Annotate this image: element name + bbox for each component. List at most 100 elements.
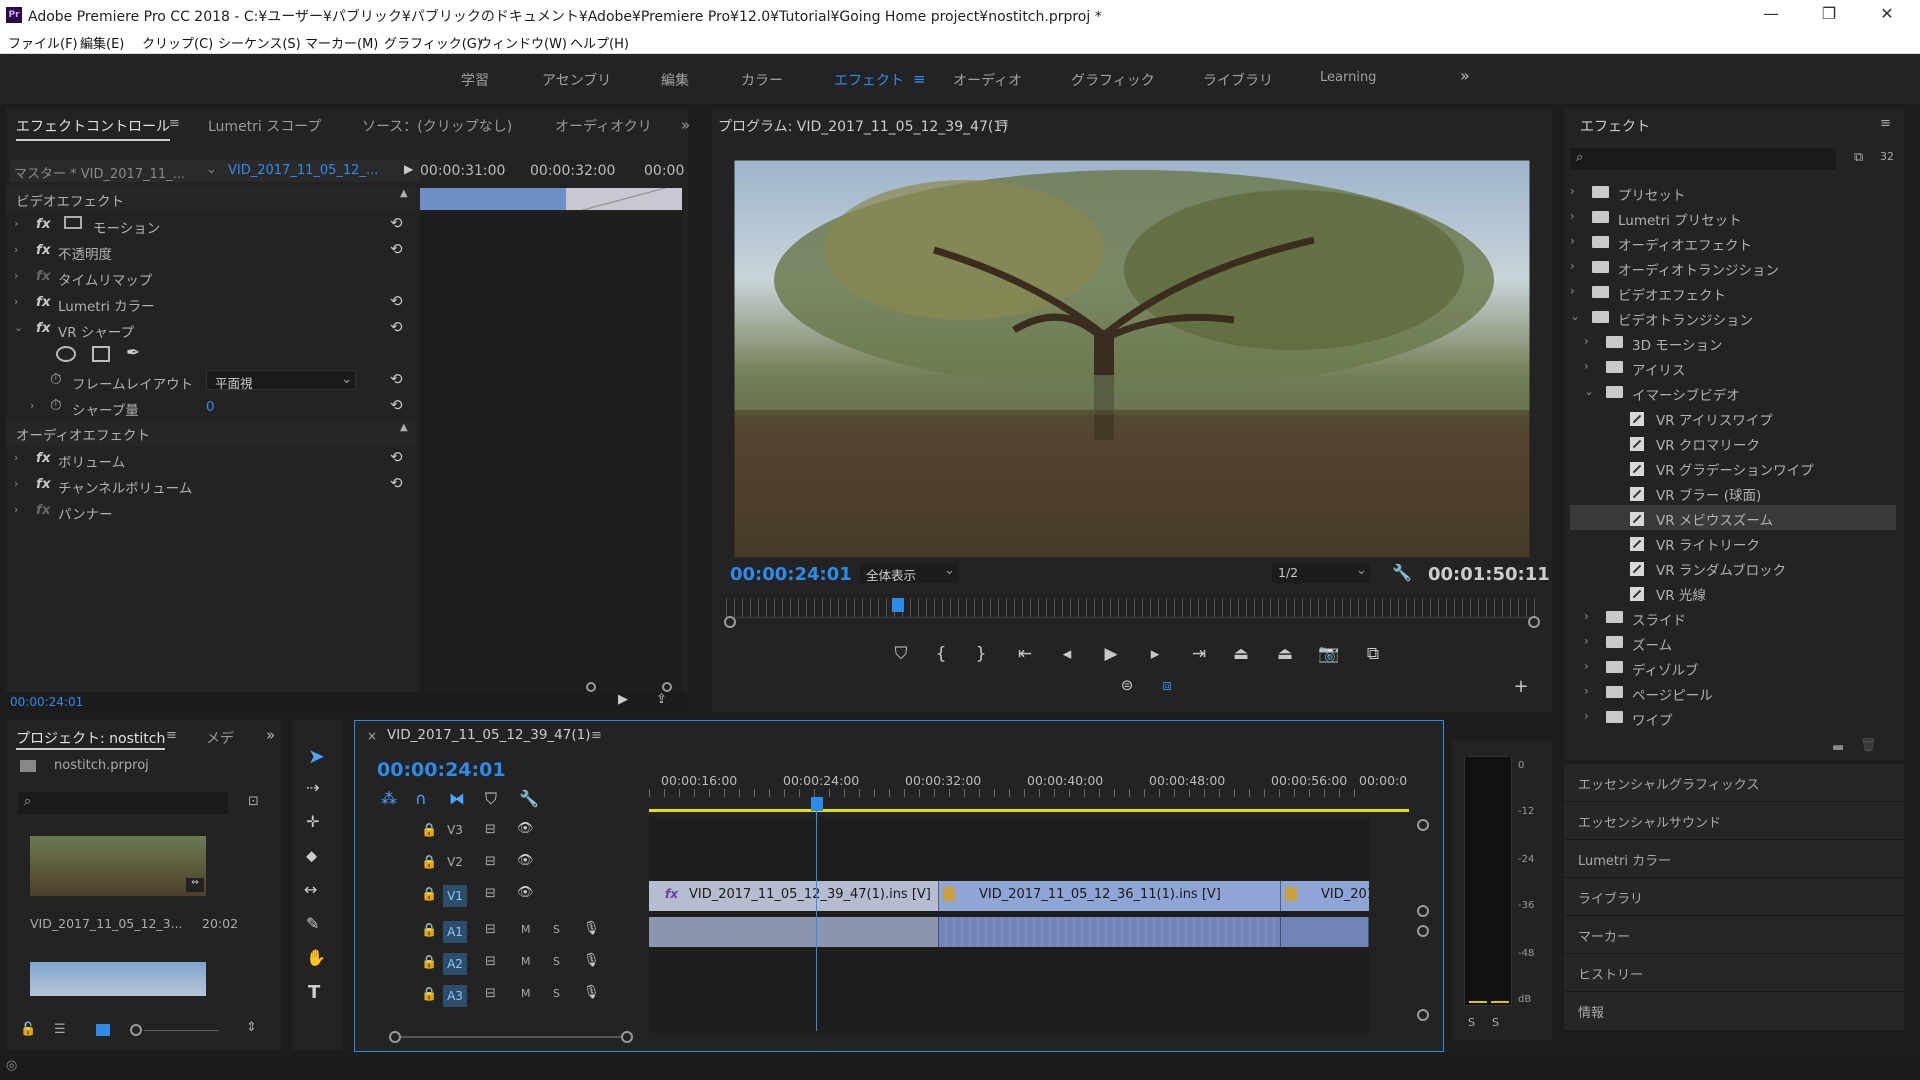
expand-arrow-icon[interactable]: › — [1570, 259, 1575, 273]
panel-history[interactable]: ヒストリー — [1564, 954, 1904, 992]
more-tabs-icon[interactable]: » — [266, 726, 275, 744]
expand-arrow-icon[interactable]: › — [14, 477, 18, 490]
mark-out-icon[interactable]: } — [966, 644, 996, 664]
effect-row-volume[interactable]: › fx ボリューム ⟲ — [6, 446, 416, 472]
expand-arrow-icon[interactable]: › — [1584, 634, 1589, 648]
effect-row-motion[interactable]: › fx モーション ⟲ — [6, 212, 416, 238]
timeline-timecode[interactable]: 00:00:24:01 — [377, 759, 506, 781]
panel-menu-icon[interactable]: ≡ — [998, 116, 1009, 131]
expand-arrow-icon[interactable]: › — [1584, 709, 1589, 723]
zoom-level-select[interactable]: 全体表示 ⌄ — [860, 563, 958, 583]
menu-edit[interactable]: 編集(E) — [80, 33, 124, 52]
reset-icon[interactable]: ⟲ — [390, 448, 403, 466]
vr-video-icon[interactable]: ⊜ — [1112, 676, 1142, 694]
filter-play-icon[interactable]: ▶ — [618, 692, 628, 707]
clip-name-link[interactable]: VID_2017_11_05_12_... — [228, 163, 378, 178]
panel-essential-graphics[interactable]: エッセンシャルグラフィックス — [1564, 764, 1904, 802]
expand-arrow-icon[interactable]: › — [1584, 334, 1589, 348]
tab-lumetri-scopes[interactable]: Lumetri スコープ — [208, 116, 321, 136]
expand-arrow-icon[interactable]: › — [1570, 209, 1575, 223]
mute-button[interactable]: M — [521, 987, 531, 1000]
lock-icon[interactable]: 🔒 — [421, 923, 437, 938]
play-icon[interactable]: ▶ — [1096, 644, 1126, 664]
mute-button[interactable]: M — [521, 955, 531, 968]
track-target-button[interactable]: A2 — [443, 953, 467, 975]
workspace-assembly[interactable]: アセンブリ — [542, 70, 611, 90]
workspace-learn[interactable]: 学習 — [461, 70, 489, 90]
workspace-library[interactable]: ライブラリ — [1203, 70, 1273, 90]
workspace-learning[interactable]: Learning — [1320, 70, 1376, 85]
sync-lock-icon[interactable]: ⊟ — [485, 922, 496, 937]
effects-subfolder[interactable]: › ワイプ — [1570, 705, 1896, 730]
workspace-menu-icon[interactable]: ≡ — [913, 70, 926, 88]
zoom-slider-handle[interactable] — [662, 682, 672, 692]
workspace-effects[interactable]: エフェクト — [834, 70, 904, 90]
panel-menu-icon[interactable]: ≡ — [591, 728, 602, 743]
reset-icon[interactable]: ⟲ — [390, 318, 403, 336]
expand-arrow-icon[interactable]: › — [1584, 684, 1589, 698]
panel-menu-icon[interactable]: ≡ — [166, 728, 177, 743]
camera-icon[interactable]: 📷 — [1314, 644, 1344, 664]
playhead[interactable] — [811, 797, 823, 811]
step-back-icon[interactable]: ◂ — [1052, 644, 1082, 664]
video-clip[interactable]: VID_2017_11_05_12_36_11(1).ins [V] — [939, 881, 1281, 911]
workspace-color[interactable]: カラー — [741, 70, 783, 90]
solo-button[interactable]: S — [553, 923, 560, 936]
lock-icon[interactable]: 🔒 — [421, 955, 437, 970]
expand-arrow-icon[interactable]: › — [1570, 184, 1575, 198]
step-forward-icon[interactable]: ▸ — [1140, 644, 1170, 664]
thumbnail-size-slider[interactable] — [130, 1024, 142, 1036]
effect-row-panner[interactable]: › fx パンナー — [6, 498, 416, 524]
play-triangle-icon[interactable]: ▶ — [404, 162, 413, 176]
panel-menu-icon[interactable]: ≡ — [1880, 116, 1891, 131]
transition-marker[interactable] — [943, 887, 955, 901]
lock-icon[interactable]: 🔒 — [421, 987, 437, 1002]
menu-help[interactable]: ヘルプ(H) — [570, 33, 629, 52]
hand-tool-icon[interactable]: ✋ — [306, 948, 326, 967]
reset-icon[interactable]: ⟲ — [390, 292, 403, 310]
workspace-graphics[interactable]: グラフィック — [1071, 70, 1155, 90]
more-tabs-icon[interactable]: » — [681, 116, 690, 134]
effects-subfolder[interactable]: › ズーム — [1570, 630, 1896, 655]
effect-row-channel-volume[interactable]: › fx チャンネルボリューム ⟲ — [6, 472, 416, 498]
effects-search-input[interactable]: ⌕ — [1570, 148, 1836, 170]
expand-arrow-icon[interactable]: › — [1584, 659, 1589, 673]
maximize-button[interactable]: ❐ — [1806, 0, 1852, 30]
chevron-down-icon[interactable]: ⌄ — [206, 162, 217, 177]
menu-file[interactable]: ファイル(F) — [8, 33, 78, 52]
scrub-zoom-handle[interactable] — [724, 616, 736, 628]
effects-folder[interactable]: › プリセット — [1570, 180, 1896, 205]
mute-button[interactable]: M — [521, 923, 531, 936]
reset-icon[interactable]: ⟲ — [390, 396, 403, 414]
project-search-input[interactable]: ⌕ — [18, 792, 228, 814]
playhead-marker[interactable] — [892, 598, 904, 612]
expand-arrow-icon[interactable]: › — [14, 503, 18, 516]
workspace-audio[interactable]: オーディオ — [953, 70, 1022, 90]
transition-marker[interactable] — [1285, 887, 1297, 901]
sync-lock-icon[interactable]: ⊟ — [485, 954, 496, 969]
sync-lock-icon[interactable]: ⊟ — [485, 986, 496, 1001]
expand-arrow-icon[interactable]: › — [30, 399, 34, 412]
add-marker-icon[interactable]: ⛉ — [886, 644, 916, 664]
effects-item[interactable]: VR ライトリーク — [1570, 530, 1896, 555]
zoom-slider-handle[interactable] — [586, 682, 596, 692]
effects-item[interactable]: VR アイリスワイプ — [1570, 405, 1896, 430]
vertical-scroll-handle[interactable] — [1417, 925, 1429, 937]
fx-icon[interactable]: fx — [36, 216, 51, 232]
effect-row-time-remap[interactable]: › fx タイムリマップ — [6, 264, 416, 290]
snap-icon[interactable]: ∩ — [415, 789, 427, 808]
effects-item[interactable]: VR メビウスズーム — [1570, 505, 1896, 530]
toggle-proxy-icon[interactable]: ⧈ — [1152, 676, 1182, 694]
pen-mask-icon[interactable]: ✒ — [126, 343, 140, 363]
expand-arrow-icon[interactable]: › — [1570, 284, 1575, 298]
effects-subfolder[interactable]: › ディゾルブ — [1570, 655, 1896, 680]
effects-folder[interactable]: › Lumetri プリセット — [1570, 205, 1896, 230]
vertical-scroll-handle[interactable] — [1417, 1009, 1429, 1021]
horizontal-scrollbar[interactable] — [389, 1031, 633, 1043]
fx-icon[interactable]: fx — [36, 294, 51, 310]
track-target-button[interactable]: V1 — [443, 885, 467, 907]
microphone-icon[interactable]: 🎙 — [583, 985, 600, 1000]
selection-tool-icon[interactable]: ➤ — [308, 744, 325, 768]
sync-lock-icon[interactable]: ⊟ — [485, 886, 496, 901]
effect-row-vr-sharpen[interactable]: ⌄ fx VR シャープ ⟲ — [6, 316, 416, 342]
